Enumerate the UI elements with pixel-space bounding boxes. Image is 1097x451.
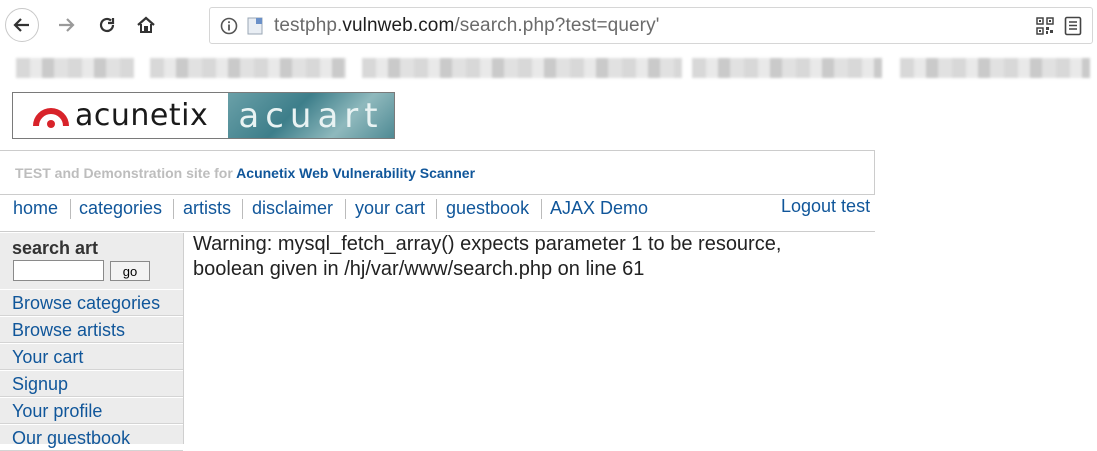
warning-line-2: boolean given in /hj/var/www/search.php … [193, 258, 645, 280]
nav-home[interactable]: home [13, 198, 58, 219]
sidebar-item-signup[interactable]: Signup [0, 370, 183, 397]
url-path: /search.php?test=query' [454, 15, 660, 36]
sidebar: search art go Browse categories Browse a… [0, 233, 184, 451]
back-arrow-icon [13, 18, 29, 32]
site-logo[interactable]: acunetix acuart [12, 92, 395, 139]
nav-your-cart[interactable]: your cart [355, 198, 425, 219]
sidebar-item-label: Your profile [12, 401, 103, 421]
tagline-brand-link[interactable]: Acunetix Web Vulnerability Scanner [236, 165, 475, 181]
bookmark-blurred[interactable] [362, 58, 682, 78]
page-icon [247, 17, 263, 35]
sidebar-item-browse-artists[interactable]: Browse artists [0, 316, 183, 343]
bookmark-blurred[interactable] [16, 58, 134, 78]
bookmark-blurred[interactable] [900, 58, 1090, 78]
forward-button[interactable] [49, 8, 83, 42]
nav-separator [436, 199, 437, 219]
nav-artists[interactable]: artists [183, 198, 231, 219]
bookmark-blurred[interactable] [692, 58, 882, 78]
logout-link[interactable]: Logout test [781, 196, 870, 217]
url-text[interactable]: testphp.vulnweb.com/search.php?test=quer… [274, 15, 659, 37]
acunetix-logo: acunetix [13, 93, 228, 138]
forward-arrow-icon [59, 18, 75, 32]
sidebar-item-your-cart[interactable]: Your cart [0, 343, 183, 370]
reload-button[interactable] [90, 8, 124, 42]
sidebar-item-browse-categories[interactable]: Browse categories [0, 289, 183, 316]
tagline: TEST and Demonstration site for Acunetix… [15, 165, 475, 181]
warning-line-1: Warning: mysql_fetch_array() expects par… [193, 233, 782, 255]
nav-ajax-demo[interactable]: AJAX Demo [550, 198, 648, 219]
sidebar-item-label: Browse categories [12, 293, 161, 313]
nav-separator [541, 199, 542, 219]
search-input[interactable] [13, 260, 104, 281]
nav-categories[interactable]: categories [79, 198, 162, 219]
sidebar-item-label: Browse artists [12, 320, 126, 340]
tagline-box: TEST and Demonstration site for Acunetix… [0, 150, 875, 195]
reload-icon [99, 17, 115, 33]
home-icon [137, 16, 155, 33]
logo-product-text: acuart [238, 95, 384, 136]
url-prefix: testphp. [274, 15, 343, 36]
tagline-prefix: TEST and Demonstration site for [15, 165, 237, 181]
bookmarks-bar [0, 50, 1097, 86]
search-go-button[interactable]: go [110, 261, 150, 281]
nav-guestbook[interactable]: guestbook [446, 198, 529, 219]
browser-toolbar: testphp.vulnweb.com/search.php?test=quer… [0, 0, 1097, 50]
search-title: search art [12, 238, 99, 258]
back-button[interactable] [5, 8, 39, 42]
acuart-logo: acuart [228, 93, 394, 138]
acunetix-logo-mark-icon [33, 107, 69, 128]
sidebar-item-label: Your cart [12, 347, 84, 367]
php-warning-message: Warning: mysql_fetch_array() expects par… [193, 232, 863, 282]
url-host: vulnweb.com [342, 15, 455, 36]
address-bar[interactable]: testphp.vulnweb.com/search.php?test=quer… [209, 7, 1093, 44]
sidebar-item-label: Our guestbook [12, 428, 131, 448]
reader-view-icon[interactable] [1064, 16, 1082, 36]
nav-separator [345, 199, 346, 219]
sidebar-item-your-profile[interactable]: Your profile [0, 397, 183, 424]
main-nav: home categories artists disclaimer your … [0, 195, 875, 232]
bookmark-blurred[interactable] [150, 58, 346, 78]
nav-disclaimer[interactable]: disclaimer [252, 198, 333, 219]
nav-separator [242, 199, 243, 219]
info-icon[interactable] [220, 17, 238, 35]
qr-code-icon[interactable] [1036, 17, 1054, 35]
sidebar-item-label: Signup [12, 374, 69, 394]
sidebar-item-our-guestbook[interactable]: Our guestbook [0, 424, 183, 451]
home-button[interactable] [129, 8, 163, 42]
nav-separator [70, 199, 71, 219]
nav-separator [173, 199, 174, 219]
logo-brand-text: acunetix [75, 98, 209, 133]
